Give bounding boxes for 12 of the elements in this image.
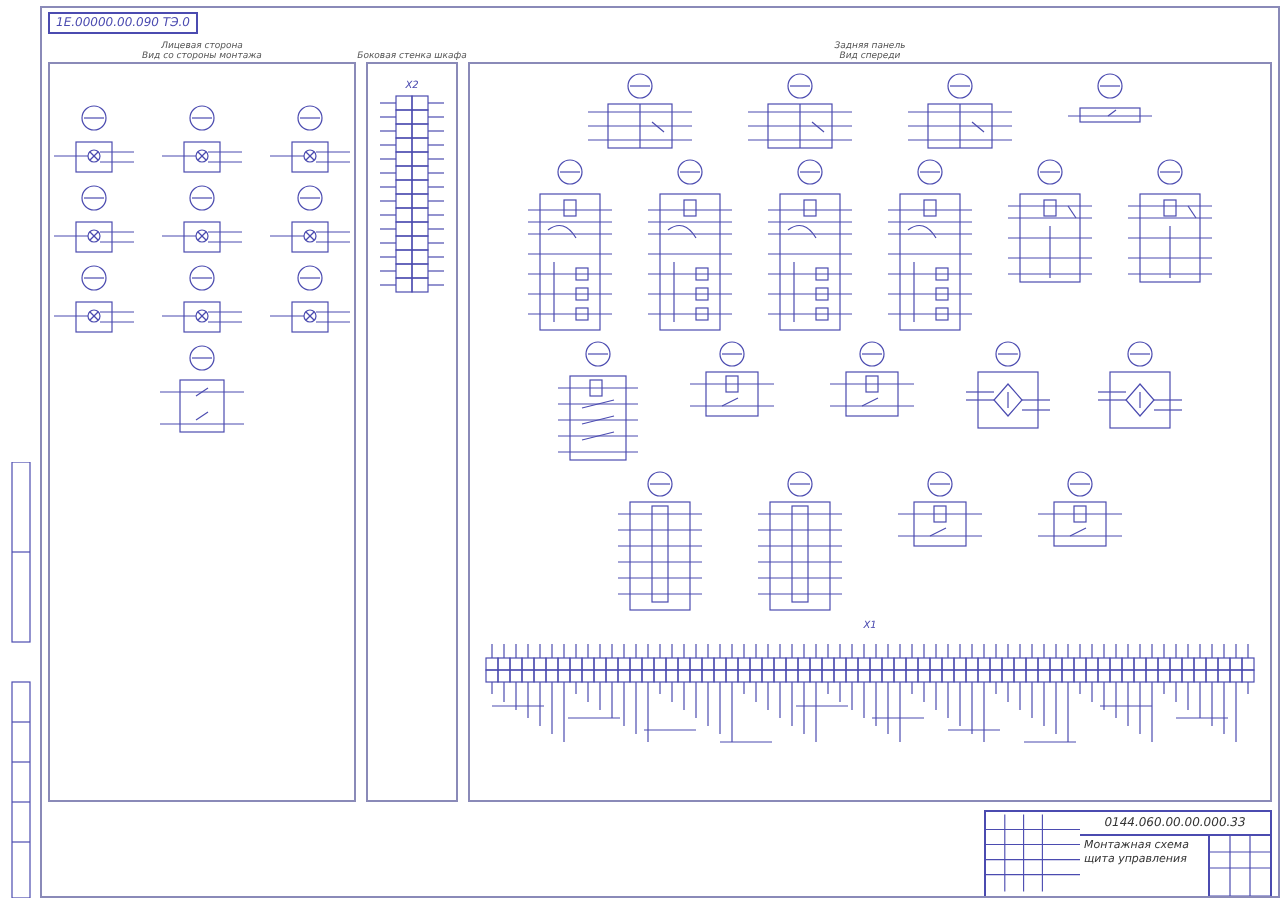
relay-drawing	[554, 340, 642, 464]
signal-lamp-drawing	[266, 104, 354, 176]
rectifier-bridge-drawing	[962, 340, 1054, 432]
signal-lamp-drawing	[158, 264, 246, 336]
signal-lamp-drawing	[50, 184, 138, 256]
signal-lamp-drawing	[50, 104, 138, 176]
rectifier-bridge-drawing	[1094, 340, 1186, 432]
signal-lamp-drawing	[266, 264, 354, 336]
signal-lamp-drawing	[158, 184, 246, 256]
signal-lamp-drawing	[158, 104, 246, 176]
signal-lamp-drawing	[50, 264, 138, 336]
signal-lamp-drawing	[266, 184, 354, 256]
